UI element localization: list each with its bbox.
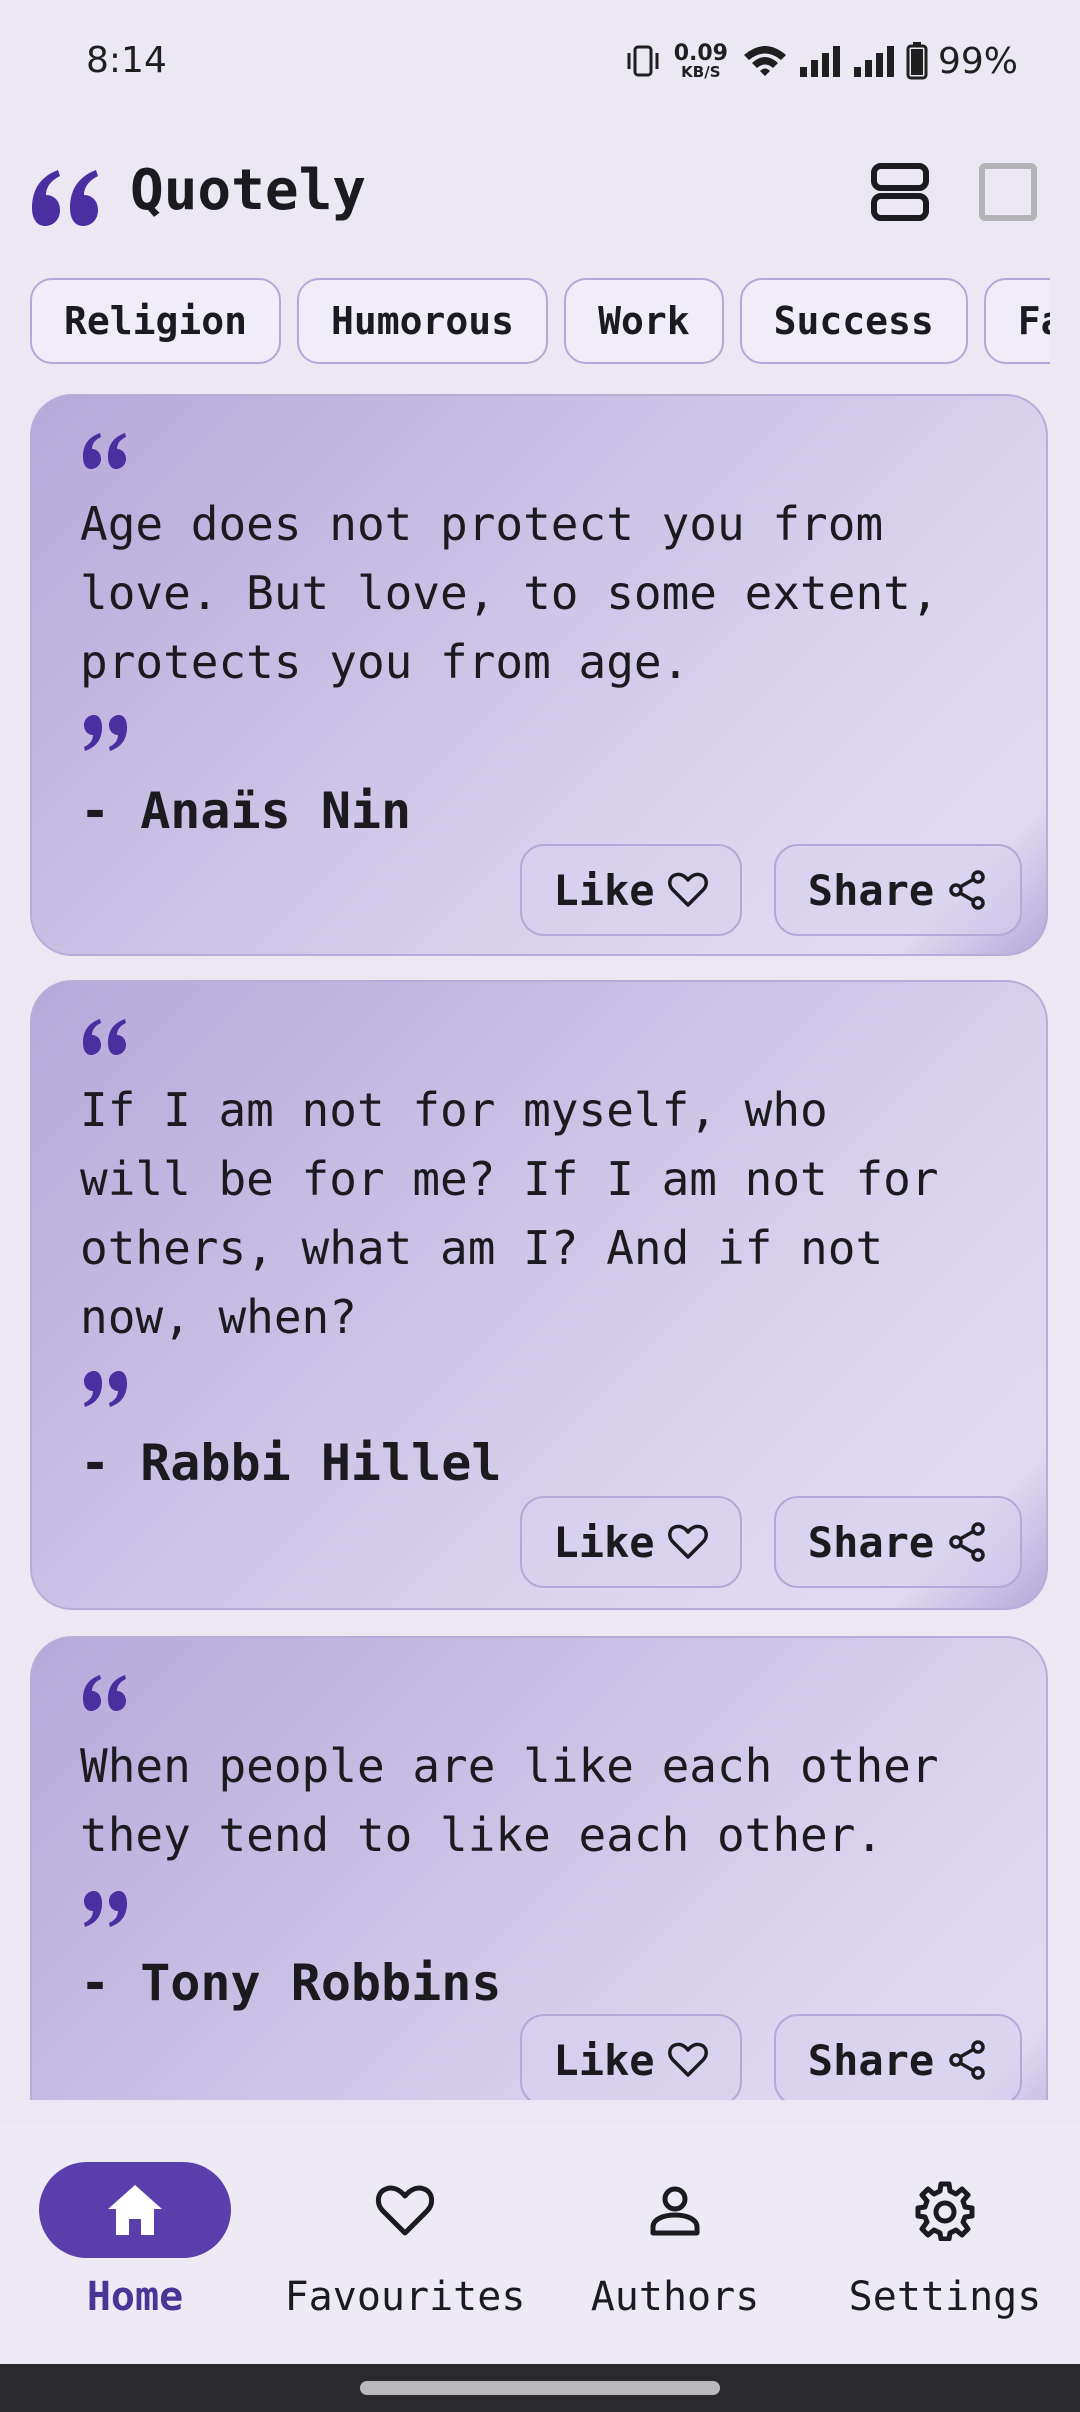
share-button[interactable]: Share	[774, 2014, 1022, 2100]
chip-family[interactable]: Family	[983, 278, 1050, 364]
status-bar: 8:14 0.09 KB/S 99%	[0, 0, 1080, 120]
battery-percent: 99%	[937, 40, 1018, 82]
open-quote-icon	[83, 433, 126, 469]
status-time: 8:14	[86, 40, 167, 81]
share-icon	[949, 870, 985, 910]
home-icon	[108, 2185, 162, 2235]
gesture-handle[interactable]	[360, 2381, 720, 2395]
status-icons: 0.09 KB/S 99%	[626, 38, 1018, 84]
quote-author: - Rabbi Hillel	[80, 1434, 502, 1492]
quote-text: When people are like each other they ten…	[80, 1739, 939, 1862]
open-quote-icon	[83, 1675, 126, 1711]
quote-list[interactable]: Age does not protect you from love. But …	[30, 394, 1050, 2100]
quote-author: - Anaïs Nin	[80, 782, 412, 840]
nav-settings-indicator	[849, 2162, 1041, 2258]
heart-icon	[376, 2185, 434, 2236]
chip-success[interactable]: Success	[739, 278, 968, 364]
nav-home[interactable]: Home	[0, 2162, 270, 2342]
heart-icon	[667, 2042, 708, 2077]
quote-card: If I am not for myself, who will be for …	[30, 980, 1048, 1610]
quote-text: Age does not protect you from love. But …	[80, 497, 939, 689]
like-button[interactable]: Like	[520, 2014, 742, 2100]
nav-favourites[interactable]: Favourites	[270, 2162, 540, 2342]
person-icon	[650, 2186, 700, 2236]
quote-card: Age does not protect you from love. But …	[30, 394, 1048, 956]
share-label: Share	[807, 2035, 935, 2085]
like-button[interactable]: Like	[520, 844, 742, 936]
share-button[interactable]: Share	[774, 1496, 1022, 1588]
nav-authors-indicator	[579, 2162, 771, 2258]
chip-work[interactable]: Work	[564, 278, 724, 364]
battery-icon	[906, 42, 928, 80]
gear-icon	[915, 2181, 975, 2241]
nav-authors-label: Authors	[590, 2274, 760, 2320]
chip-religion[interactable]: Religion	[30, 278, 282, 364]
nav-settings-label: Settings	[848, 2274, 1042, 2320]
share-icon	[949, 1522, 985, 1562]
nav-settings[interactable]: Settings	[810, 2162, 1080, 2342]
signal-icon	[799, 46, 840, 77]
category-chips: Religion Humorous Work Success Family	[30, 278, 1050, 368]
nav-authors[interactable]: Authors	[540, 2162, 810, 2342]
share-label: Share	[807, 865, 935, 915]
heart-icon	[667, 872, 708, 907]
app-title: Quotely	[130, 158, 367, 223]
app-screen: 8:14 0.09 KB/S 99% Quotely Religion Humo…	[0, 0, 1080, 2412]
app-header: Quotely	[0, 140, 1080, 250]
close-quote-icon	[84, 715, 127, 751]
network-speed-value: 0.09	[673, 40, 728, 66]
wifi-icon	[743, 46, 786, 76]
signal-icon-2	[853, 46, 894, 77]
share-label: Share	[807, 1517, 935, 1567]
close-quote-icon	[84, 1891, 127, 1927]
vibrate-icon	[627, 45, 659, 77]
nav-favourites-label: Favourites	[284, 2274, 526, 2320]
list-view-icon[interactable]	[870, 162, 930, 222]
like-label: Like	[553, 865, 655, 915]
chip-humorous[interactable]: Humorous	[297, 278, 549, 364]
quote-author: - Tony Robbins	[80, 1954, 502, 2012]
like-button[interactable]: Like	[520, 1496, 742, 1588]
quote-mark-icon	[32, 170, 98, 226]
close-quote-icon	[84, 1371, 127, 1407]
single-view-icon[interactable]	[978, 162, 1038, 222]
quote-card: When people are like each other they ten…	[30, 1636, 1048, 2100]
like-label: Like	[553, 2035, 655, 2085]
network-speed: 0.09 KB/S	[673, 40, 728, 81]
open-quote-icon	[83, 1019, 126, 1055]
heart-icon	[667, 1524, 708, 1559]
like-label: Like	[553, 1517, 655, 1567]
nav-home-indicator	[39, 2162, 231, 2258]
system-navigation-bar	[0, 2364, 1080, 2412]
share-icon	[949, 2040, 985, 2080]
nav-home-label: Home	[86, 2274, 184, 2320]
network-speed-unit: KB/S	[681, 62, 721, 81]
nav-favourites-indicator	[309, 2162, 501, 2258]
bottom-navigation: Home Favourites Authors Settings	[0, 2124, 1080, 2364]
quote-text: If I am not for myself, who will be for …	[80, 1083, 939, 1344]
share-button[interactable]: Share	[774, 844, 1022, 936]
